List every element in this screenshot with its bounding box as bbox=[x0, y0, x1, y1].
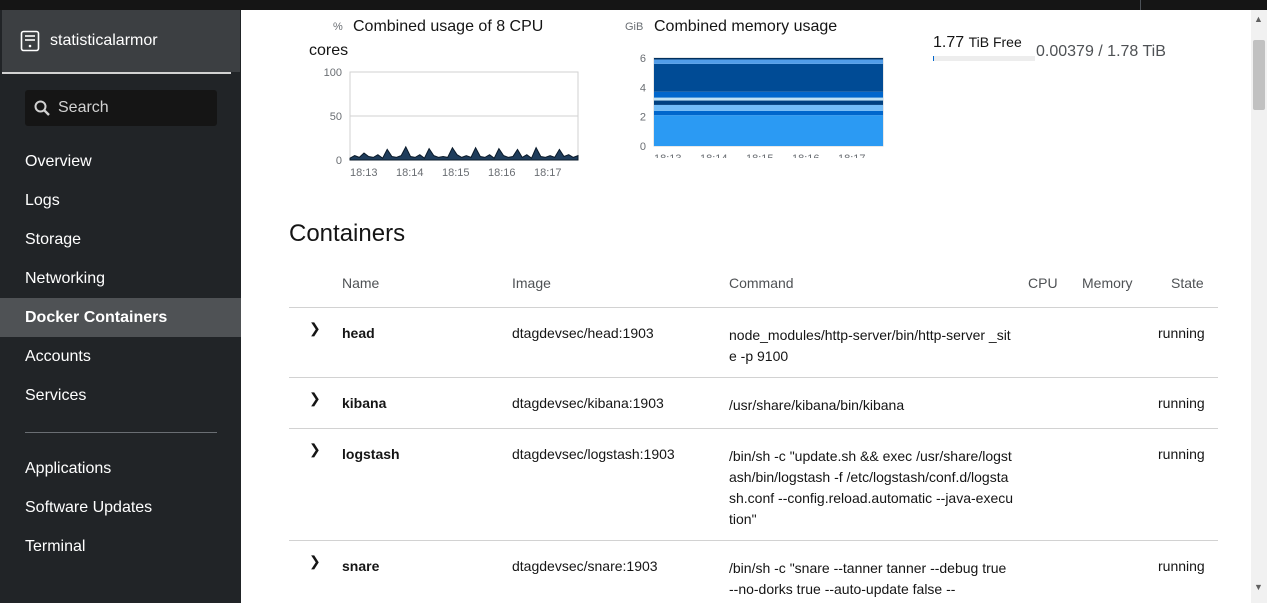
host-name: statisticalarmor bbox=[50, 32, 158, 49]
top-strip-mark bbox=[1140, 0, 1141, 10]
nav-divider bbox=[25, 432, 217, 433]
memory-x-tick-label: 18:16 bbox=[792, 153, 820, 158]
main-content: % Combined usage of 8 CPU cores 0 50 100 18… bbox=[241, 10, 1251, 603]
container-name: head bbox=[342, 325, 375, 341]
container-command: /bin/sh -c "snare --tanner tanner --debu… bbox=[729, 560, 1007, 597]
column-header-cpu[interactable]: CPU bbox=[1028, 275, 1058, 291]
cpu-x-tick-label: 18:15 bbox=[442, 167, 470, 179]
scroll-down-icon[interactable]: ▼ bbox=[1254, 582, 1263, 592]
column-header-name[interactable]: Name bbox=[342, 275, 379, 291]
cpu-usage-chart: 0 50 100 18:13 18:14 18:15 18:16 18:17 bbox=[324, 67, 579, 179]
host-switcher[interactable]: statisticalarmor bbox=[2, 10, 240, 72]
memory-unit-label: GiB bbox=[625, 21, 644, 33]
nav-applications[interactable]: Applications bbox=[0, 449, 241, 488]
container-state: running bbox=[1158, 395, 1205, 411]
container-name: logstash bbox=[342, 446, 400, 462]
memory-usage-chart: 0 2 4 6 18:13 18:14 18:15 18:16 18:17 bbox=[640, 53, 884, 158]
search-input[interactable]: Search bbox=[25, 90, 217, 126]
host-underline bbox=[2, 72, 231, 74]
nav-overview[interactable]: Overview bbox=[0, 142, 241, 181]
table-row[interactable]: ❯ snare dtagdevsec/snare:1903 /bin/sh -c… bbox=[289, 541, 1218, 603]
container-command: /usr/share/kibana/bin/kibana bbox=[729, 397, 905, 413]
memory-y-tick-label: 6 bbox=[640, 53, 646, 65]
storage-free-label: TiB Free bbox=[968, 34, 1022, 50]
scrollbar-thumb[interactable] bbox=[1253, 40, 1265, 110]
cpu-chart-title-cont: cores bbox=[309, 42, 349, 59]
cpu-chart-title: Combined usage of 8 CPU bbox=[353, 18, 544, 35]
window-top-strip bbox=[0, 0, 1267, 10]
memory-series-band bbox=[654, 58, 883, 60]
nav-terminal[interactable]: Terminal bbox=[0, 527, 241, 566]
sidebar: statisticalarmor Search Overview Logs St… bbox=[0, 10, 241, 603]
container-image: dtagdevsec/kibana:1903 bbox=[512, 395, 664, 411]
nav-accounts[interactable]: Accounts bbox=[0, 337, 241, 376]
container-name: kibana bbox=[342, 395, 387, 411]
expand-chevron-icon[interactable]: ❯ bbox=[309, 320, 321, 337]
nav-services[interactable]: Services bbox=[0, 376, 241, 415]
memory-chart-title: Combined memory usage bbox=[654, 18, 838, 35]
nav-storage[interactable]: Storage bbox=[0, 220, 241, 259]
memory-series-band bbox=[654, 110, 883, 116]
cpu-unit-label: % bbox=[333, 21, 343, 33]
cpu-y-tick-label: 100 bbox=[324, 67, 342, 79]
nav-software-updates[interactable]: Software Updates bbox=[0, 488, 241, 527]
server-icon bbox=[20, 30, 40, 52]
expand-chevron-icon[interactable]: ❯ bbox=[309, 390, 321, 407]
column-header-command[interactable]: Command bbox=[729, 275, 794, 291]
nav-logs[interactable]: Logs bbox=[0, 181, 241, 220]
page-scrollbar[interactable]: ▲ ▼ bbox=[1251, 10, 1267, 603]
storage-free-value: 1.77 bbox=[933, 34, 965, 51]
container-state: running bbox=[1158, 558, 1205, 574]
nav-networking[interactable]: Networking bbox=[0, 259, 241, 298]
memory-series-band bbox=[654, 100, 883, 105]
container-command: node_modules/http-server/bin/http-server… bbox=[729, 327, 1011, 364]
column-header-state[interactable]: State bbox=[1171, 275, 1204, 291]
search-label: Search bbox=[58, 99, 109, 116]
storage-used-text: 0.00379 / 1.78 TiB bbox=[1036, 43, 1166, 60]
table-row[interactable]: ❯ head dtagdevsec/head:1903 node_modules… bbox=[289, 308, 1218, 378]
memory-x-tick-label: 18:13 bbox=[654, 153, 682, 158]
memory-series-band bbox=[654, 59, 883, 64]
cpu-x-tick-label: 18:16 bbox=[488, 167, 516, 179]
memory-series-band bbox=[654, 104, 883, 111]
cpu-x-tick-label: 18:13 bbox=[350, 167, 378, 179]
cpu-x-tick-label: 18:14 bbox=[396, 167, 424, 179]
column-header-memory[interactable]: Memory bbox=[1082, 275, 1133, 291]
memory-series-band bbox=[654, 115, 883, 146]
storage-free: 1.77 TiB Free bbox=[933, 34, 1022, 52]
scroll-up-icon[interactable]: ▲ bbox=[1254, 14, 1263, 24]
container-name: snare bbox=[342, 558, 380, 574]
table-row[interactable]: ❯ logstash dtagdevsec/logstash:1903 /bin… bbox=[289, 429, 1218, 541]
container-state: running bbox=[1158, 325, 1205, 341]
memory-y-tick-label: 2 bbox=[640, 112, 646, 124]
container-image: dtagdevsec/snare:1903 bbox=[512, 558, 658, 574]
search-icon bbox=[34, 100, 50, 116]
memory-series-band bbox=[654, 63, 883, 92]
memory-y-tick-label: 0 bbox=[640, 141, 646, 153]
column-header-image[interactable]: Image bbox=[512, 275, 551, 291]
container-image: dtagdevsec/logstash:1903 bbox=[512, 446, 675, 462]
containers-title: Containers bbox=[289, 220, 406, 247]
container-image: dtagdevsec/head:1903 bbox=[512, 325, 654, 341]
storage-usage-bar bbox=[933, 56, 1035, 61]
container-command: /bin/sh -c "update.sh && exec /usr/share… bbox=[729, 448, 1014, 527]
expand-chevron-icon[interactable]: ❯ bbox=[309, 553, 321, 570]
memory-series-band bbox=[654, 97, 883, 101]
memory-y-tick-label: 4 bbox=[640, 82, 646, 94]
cpu-y-tick-label: 0 bbox=[336, 155, 342, 167]
memory-series-band bbox=[654, 91, 883, 98]
nav-docker-containers[interactable]: Docker Containers bbox=[0, 298, 241, 337]
memory-x-tick-label: 18:15 bbox=[746, 153, 774, 158]
container-state: running bbox=[1158, 446, 1205, 462]
memory-x-tick-label: 18:14 bbox=[700, 153, 728, 158]
cpu-x-tick-label: 18:17 bbox=[534, 167, 562, 179]
expand-chevron-icon[interactable]: ❯ bbox=[309, 441, 321, 458]
table-row[interactable]: ❯ kibana dtagdevsec/kibana:1903 /usr/sha… bbox=[289, 378, 1218, 429]
cpu-y-tick-label: 50 bbox=[330, 111, 342, 123]
memory-x-tick-label: 18:17 bbox=[838, 153, 866, 158]
